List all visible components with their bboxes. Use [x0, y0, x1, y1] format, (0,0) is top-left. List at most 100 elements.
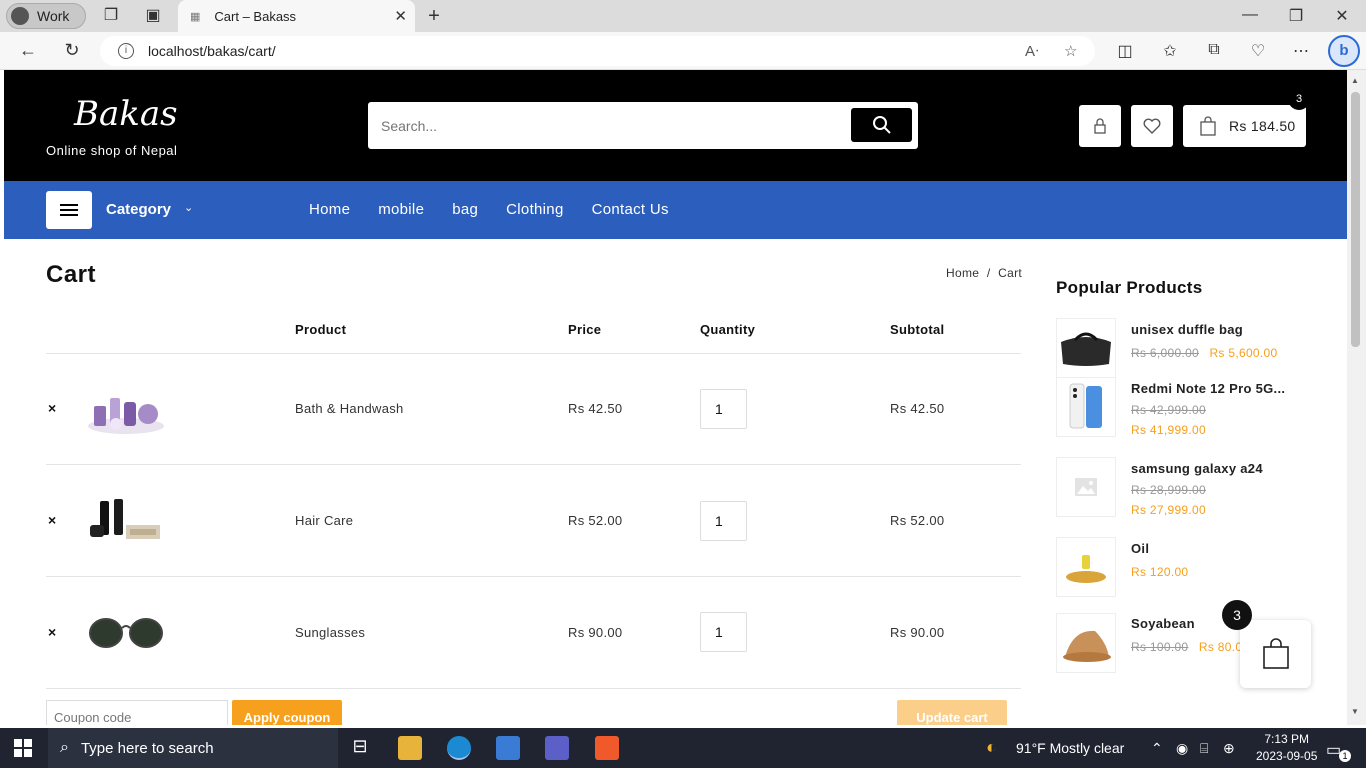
store-icon[interactable]: [496, 736, 520, 760]
site-info-icon[interactable]: i: [118, 43, 134, 59]
quantity-input[interactable]: 1: [700, 612, 747, 652]
globe-icon[interactable]: ⊕: [1223, 740, 1235, 757]
split-screen-icon[interactable]: ◫: [1114, 41, 1136, 61]
quantity-input[interactable]: 1: [700, 501, 747, 541]
nav-item-mobile[interactable]: mobile: [378, 201, 424, 218]
bing-chat-icon[interactable]: b: [1328, 35, 1360, 67]
more-menu-icon[interactable]: ⋯: [1290, 41, 1312, 61]
nav-item-bag[interactable]: bag: [452, 201, 478, 218]
remove-item-icon[interactable]: ×: [48, 400, 56, 416]
tab-cart[interactable]: ▦ Cart – Bakass ✕: [178, 0, 415, 32]
product-thumbnail[interactable]: [1056, 537, 1116, 597]
task-view-icon[interactable]: ⊟: [348, 736, 372, 760]
page-title: Cart: [46, 261, 97, 288]
search-input[interactable]: [368, 102, 848, 149]
taskbar-search[interactable]: ⌕ Type here to search: [48, 728, 338, 768]
back-icon[interactable]: ←: [16, 40, 40, 61]
scroll-down-icon[interactable]: ▼: [1351, 707, 1359, 716]
product-thumbnail[interactable]: [1056, 377, 1116, 437]
nav-item-contact[interactable]: Contact Us: [592, 201, 669, 218]
product-name[interactable]: Bath & Handwash: [295, 401, 404, 416]
search-button[interactable]: [851, 108, 912, 142]
new-tab-icon[interactable]: +: [424, 6, 444, 26]
nav-item-home[interactable]: Home: [309, 201, 350, 218]
hamburger-menu-icon[interactable]: [46, 191, 92, 229]
file-explorer-icon[interactable]: [398, 736, 422, 760]
header-price: Price: [568, 322, 602, 337]
app-icon[interactable]: [545, 736, 569, 760]
product-thumbnail[interactable]: [86, 497, 166, 547]
popular-product-name[interactable]: Oil: [1131, 541, 1149, 556]
quantity-input[interactable]: 1: [700, 389, 747, 429]
workspaces-icon[interactable]: ❐: [101, 6, 121, 26]
popular-product-name[interactable]: unisex duffle bag: [1131, 322, 1243, 337]
product-price: Rs 52.00: [568, 513, 623, 528]
minimize-icon[interactable]: —: [1238, 6, 1262, 24]
floating-cart-button[interactable]: [1240, 620, 1311, 688]
product-thumbnail[interactable]: [86, 608, 166, 658]
popular-product-name[interactable]: samsung galaxy a24: [1131, 461, 1263, 476]
weather-text[interactable]: 91°F Mostly clear: [1016, 740, 1124, 756]
close-tab-icon[interactable]: ✕: [394, 7, 407, 25]
taskbar-search-text: Type here to search: [80, 739, 214, 757]
edge-browser-icon[interactable]: [447, 736, 471, 760]
address-bar[interactable]: i localhost/bakas/cart/ Aᐧ ☆: [100, 36, 1095, 66]
restore-icon[interactable]: ❐: [1284, 6, 1308, 26]
scroll-up-icon[interactable]: ▲: [1351, 76, 1359, 85]
windows-taskbar: ⌕ Type here to search ⊟ ◐ 91°F Mostly cl…: [0, 728, 1366, 768]
reload-icon[interactable]: ↻: [60, 40, 84, 61]
collections-icon[interactable]: ⧉: [1203, 41, 1225, 59]
favorite-star-icon[interactable]: ☆: [1064, 42, 1077, 60]
nav-item-clothing[interactable]: Clothing: [506, 201, 563, 218]
close-window-icon[interactable]: ✕: [1330, 6, 1354, 26]
camera-icon[interactable]: ◉: [1176, 740, 1188, 757]
profile-label: Work: [37, 8, 70, 24]
header-cart-button[interactable]: Rs 184.50: [1183, 105, 1306, 147]
coupon-input[interactable]: Coupon code: [46, 700, 228, 725]
sale-price: Rs 5,600.00: [1209, 346, 1278, 360]
popular-products-title: Popular Products: [1056, 278, 1203, 297]
windows-start-icon[interactable]: [14, 739, 32, 757]
tab-title: Cart – Bakass: [214, 8, 297, 24]
remove-item-icon[interactable]: ×: [48, 624, 56, 640]
site-logo[interactable]: Bakas: [74, 94, 178, 134]
tab-actions-icon[interactable]: ▣: [143, 6, 163, 26]
divider: [46, 464, 1021, 465]
product-name[interactable]: Hair Care: [295, 513, 353, 528]
cart-count-badge: 3: [1288, 88, 1310, 110]
product-thumbnail[interactable]: [1056, 613, 1116, 673]
favorites-icon[interactable]: ✩: [1159, 41, 1181, 61]
chevron-up-icon[interactable]: ⌃: [1151, 740, 1163, 757]
profile-button[interactable]: Work: [6, 3, 86, 29]
search-icon: ⌕: [60, 739, 69, 756]
product-thumbnail[interactable]: [86, 388, 166, 438]
xampp-icon[interactable]: [595, 736, 619, 760]
network-icon[interactable]: ⌸: [1200, 740, 1208, 757]
header-subtotal: Subtotal: [890, 322, 945, 337]
read-aloud-icon[interactable]: Aᐧ: [1025, 42, 1039, 60]
taskbar-clock[interactable]: 7:13 PM 2023-09-05: [1256, 731, 1317, 765]
product-thumbnail[interactable]: [1056, 457, 1116, 517]
remove-item-icon[interactable]: ×: [48, 512, 56, 528]
breadcrumb-home[interactable]: Home: [946, 266, 979, 280]
product-name[interactable]: Sunglasses: [295, 625, 365, 640]
popular-product-name[interactable]: Soyabean: [1131, 616, 1195, 631]
product-thumbnail[interactable]: [1056, 318, 1116, 378]
performance-icon[interactable]: ♡: [1247, 41, 1269, 61]
apply-coupon-button[interactable]: Apply coupon: [232, 700, 342, 725]
scrollbar-thumb[interactable]: [1351, 92, 1360, 347]
popular-product-name[interactable]: Redmi Note 12 Pro 5G...: [1131, 381, 1285, 396]
category-dropdown[interactable]: Category: [106, 201, 171, 218]
update-cart-button[interactable]: Update cart: [897, 700, 1007, 725]
sale-price: Rs 27,999.00: [1131, 503, 1206, 517]
product-price: Rs 90.00: [568, 625, 623, 640]
product-subtotal: Rs 42.50: [890, 401, 945, 416]
page-scrollbar[interactable]: ▲ ▼: [1347, 70, 1366, 725]
sale-price: Rs 80.0: [1198, 640, 1243, 654]
account-button[interactable]: [1079, 105, 1121, 147]
soyabean-image: [1063, 630, 1111, 662]
duffle-bag-image: [1061, 332, 1111, 366]
wishlist-button[interactable]: [1131, 105, 1173, 147]
popular-product-price: Rs 6,000.00 Rs 5,600.00: [1131, 344, 1277, 362]
weather-icon[interactable]: ◐: [986, 737, 997, 758]
